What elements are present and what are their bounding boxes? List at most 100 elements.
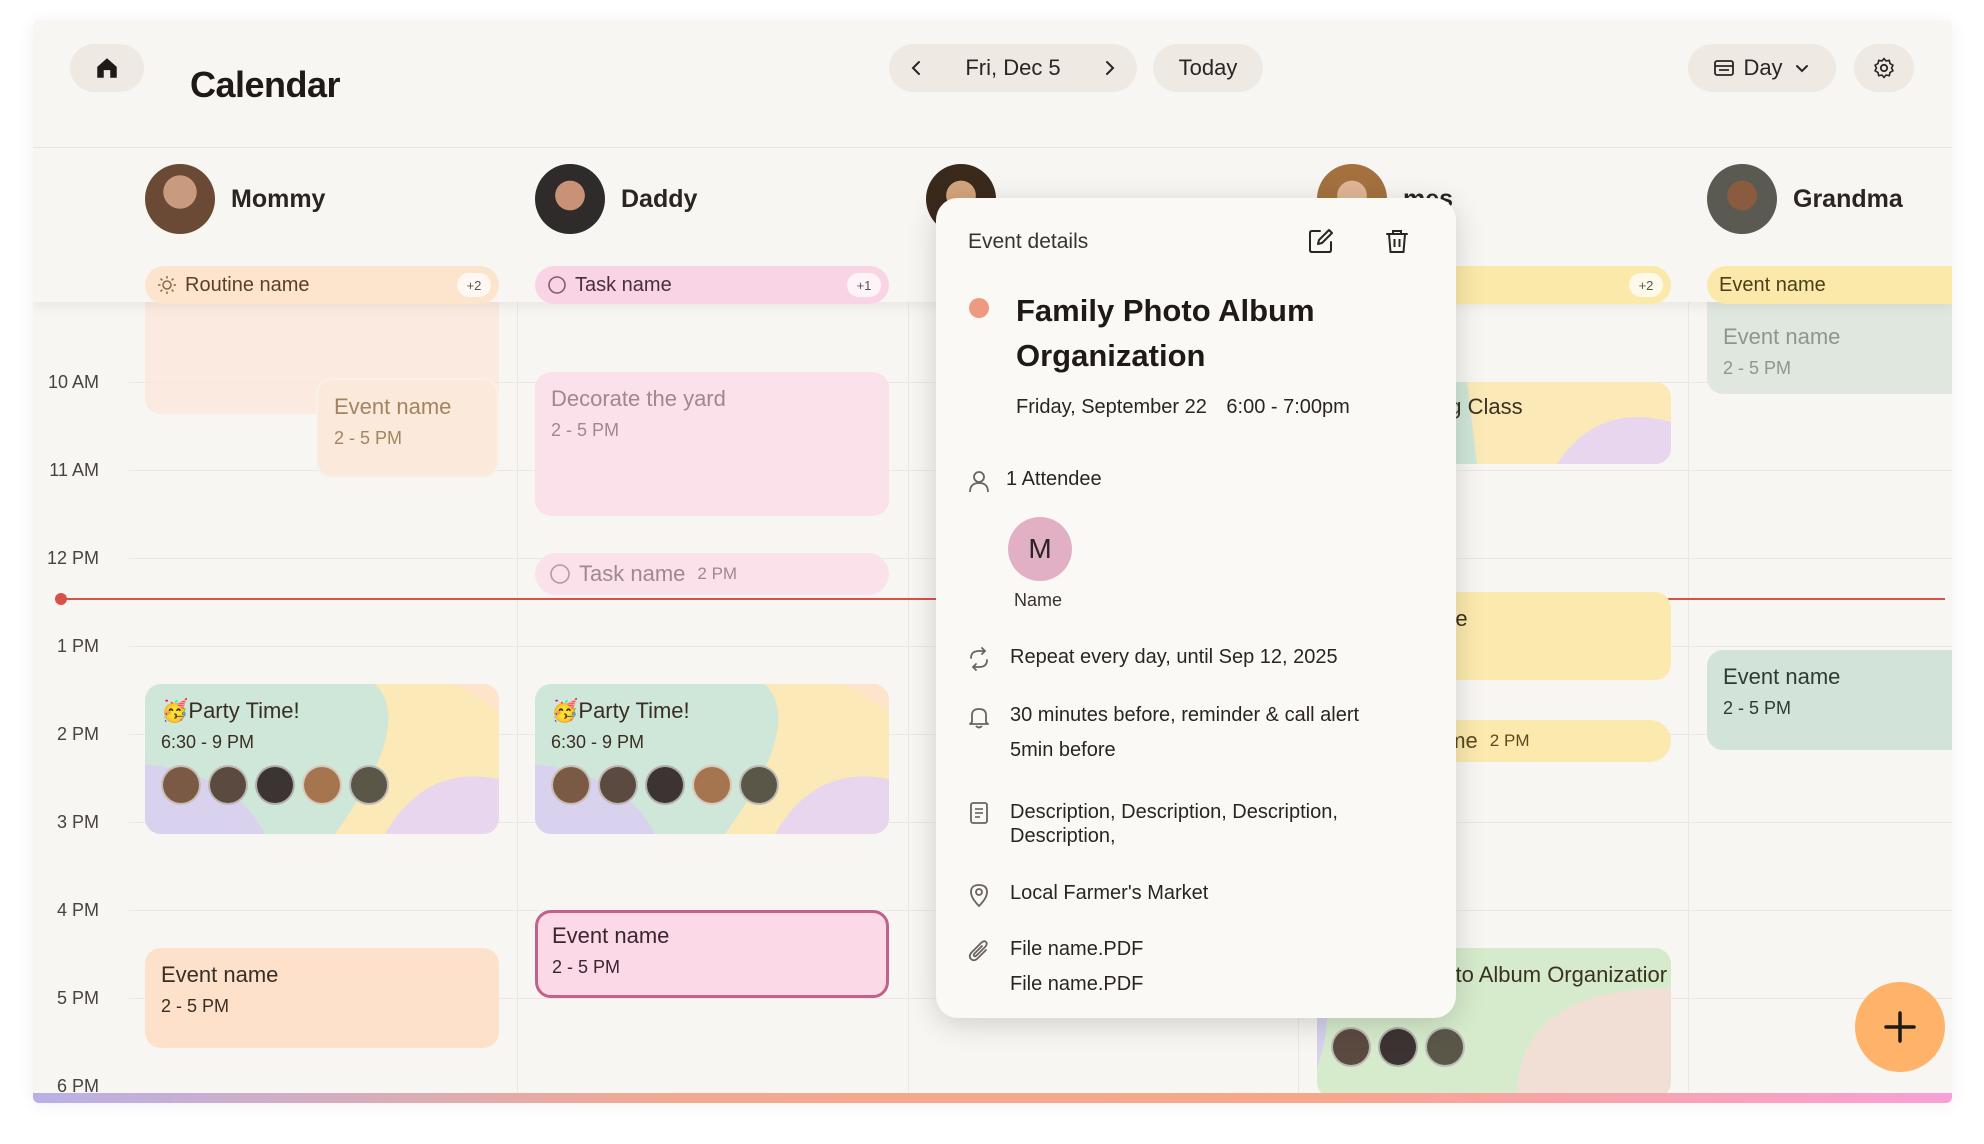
- circle-icon: [548, 276, 566, 294]
- chip-label: Event name: [1719, 273, 1826, 296]
- person-icon: [969, 471, 989, 493]
- attendee-avatar[interactable]: M: [1008, 517, 1072, 581]
- person-daddy[interactable]: Daddy: [535, 164, 697, 234]
- person-name: Grandma: [1793, 184, 1903, 213]
- avatar: [535, 164, 605, 234]
- settings-button[interactable]: [1854, 44, 1914, 92]
- bottom-gradient-bar: [33, 1093, 1952, 1103]
- attendees-row: 1 Attendee: [966, 468, 1102, 494]
- attendee-avatars: [551, 765, 873, 810]
- avatar: [1707, 164, 1777, 234]
- repeat-row: Repeat every day, until Sep 12, 2025: [966, 646, 1338, 672]
- person-name: Daddy: [621, 184, 698, 213]
- event-details-popup: Event details Family Photo Album Organiz…: [936, 198, 1456, 1018]
- event-title: Event name: [1723, 324, 1841, 349]
- date-navigator: Fri, Dec 5: [889, 44, 1137, 92]
- event-time: 2 - 5 PM: [552, 957, 621, 977]
- person-mommy[interactable]: Mommy: [145, 164, 325, 234]
- gear-icon: [1874, 57, 1894, 79]
- hour-label: 12 PM: [46, 548, 99, 568]
- location-text: Local Farmer's Market: [1010, 882, 1209, 904]
- party-event-card[interactable]: 🥳Party Time! 6:30 - 9 PM: [145, 684, 499, 834]
- event-color-dot: [969, 298, 989, 318]
- hour-label: 2 PM: [56, 724, 99, 744]
- event-title: Event name: [334, 394, 452, 419]
- event-time: 2 - 5 PM: [1723, 698, 1792, 718]
- selected-event-card[interactable]: Event name 2 - 5 PM: [535, 910, 889, 998]
- avatar: [255, 765, 295, 805]
- event-card[interactable]: Event name 2 - 5 PM: [316, 378, 499, 478]
- avatar: [1378, 1027, 1418, 1067]
- event-card[interactable]: Event name 2 - 5 PM: [1707, 650, 1952, 750]
- event-title: Event name: [1723, 664, 1841, 689]
- event-title: Event name: [161, 962, 279, 987]
- task-time: 2 PM: [697, 564, 738, 583]
- view-icon: [1714, 60, 1735, 76]
- event-date: Friday, September 22: [1016, 396, 1207, 418]
- home-button[interactable]: [70, 44, 144, 92]
- add-event-button[interactable]: [1855, 982, 1945, 1072]
- avatar: [598, 765, 638, 805]
- view-selector[interactable]: Day: [1688, 44, 1836, 92]
- event-title: hoto Album Organizatior: [1431, 962, 1668, 987]
- popup-header: Event details: [968, 230, 1089, 253]
- trash-icon: [1386, 230, 1408, 253]
- count-badge: +1: [847, 273, 881, 297]
- chevron-down-icon: [1795, 65, 1808, 73]
- event-time: M: [1437, 428, 1655, 449]
- person-grandma[interactable]: Grandma: [1707, 164, 1903, 234]
- reminder-text: 30 minutes before, reminder & call alert: [1010, 704, 1360, 726]
- event-time: 2 - 5 PM: [161, 996, 230, 1016]
- plus-icon: [1884, 1011, 1916, 1043]
- event-title: 🥳Party Time!: [161, 698, 300, 723]
- event-time: 2 - 5 PM: [1723, 358, 1792, 378]
- column-divider: [908, 302, 909, 1103]
- party-event-card[interactable]: 🥳Party Time! 6:30 - 9 PM: [535, 684, 889, 834]
- attendee-initial: M: [1028, 533, 1052, 564]
- avatar: [161, 765, 201, 805]
- avatar: [739, 765, 779, 805]
- page-title: Calendar: [190, 64, 341, 105]
- paperclip-icon: [968, 940, 988, 962]
- location-icon: [970, 884, 988, 908]
- calendar-app: Calendar Fri, Dec 5 Today Day Mommy Rout…: [33, 20, 1952, 1103]
- attendee-avatars: [1331, 1027, 1655, 1072]
- event-time: 2 - 5 PM: [334, 428, 403, 448]
- task-title: Task name: [579, 561, 686, 586]
- avatar: [302, 765, 342, 805]
- avatar: [1331, 1027, 1371, 1067]
- avatar: [1425, 1027, 1465, 1067]
- task-chip[interactable]: Task name +1: [535, 266, 889, 304]
- today-button[interactable]: Today: [1153, 44, 1263, 92]
- event-time: 6:30 - 9 PM: [161, 732, 255, 752]
- event-card[interactable]: Event name 2 - 5 PM: [1707, 302, 1952, 394]
- task-card[interactable]: Task name 2 PM: [535, 553, 889, 595]
- attachment-link[interactable]: File name.PDF: [1010, 938, 1143, 961]
- current-date-label[interactable]: Fri, Dec 5: [965, 55, 1060, 81]
- reminder-row: 30 minutes before, reminder & call alert…: [966, 704, 1359, 762]
- event-card[interactable]: Event name 2 - 5 PM: [145, 948, 499, 1048]
- attachment-link[interactable]: File name.PDF: [1010, 973, 1143, 996]
- hour-label: 4 PM: [56, 900, 99, 920]
- edit-button[interactable]: [1306, 226, 1336, 261]
- event-card[interactable]: Decorate the yard 2 - 5 PM: [535, 372, 889, 516]
- hour-label: 5 PM: [56, 988, 99, 1008]
- avatar: [551, 765, 591, 805]
- event-title: Decorate the yard: [551, 386, 726, 411]
- attendee-name: Name: [1014, 590, 1063, 610]
- routine-chip[interactable]: Routine name +2: [145, 266, 499, 304]
- grandma-chip[interactable]: Event name: [1707, 266, 1952, 304]
- prev-day-button[interactable]: [907, 58, 927, 78]
- home-icon: [97, 58, 117, 78]
- avatar: [145, 164, 215, 234]
- description-row: Description, Description, Description, D…: [966, 800, 1360, 848]
- next-day-button[interactable]: [1099, 58, 1119, 78]
- attachments-row: File name.PDF File name.PDF: [966, 938, 1143, 996]
- event-title: Family Photo Album Organization: [1016, 293, 1315, 373]
- avatar: [692, 765, 732, 805]
- hour-label: 10 AM: [47, 372, 99, 392]
- attendees-label: 1 Attendee: [1006, 468, 1102, 490]
- count-badge: +2: [1629, 273, 1663, 297]
- reminder-text: 5min before: [1010, 739, 1116, 761]
- delete-button[interactable]: [1382, 226, 1412, 261]
